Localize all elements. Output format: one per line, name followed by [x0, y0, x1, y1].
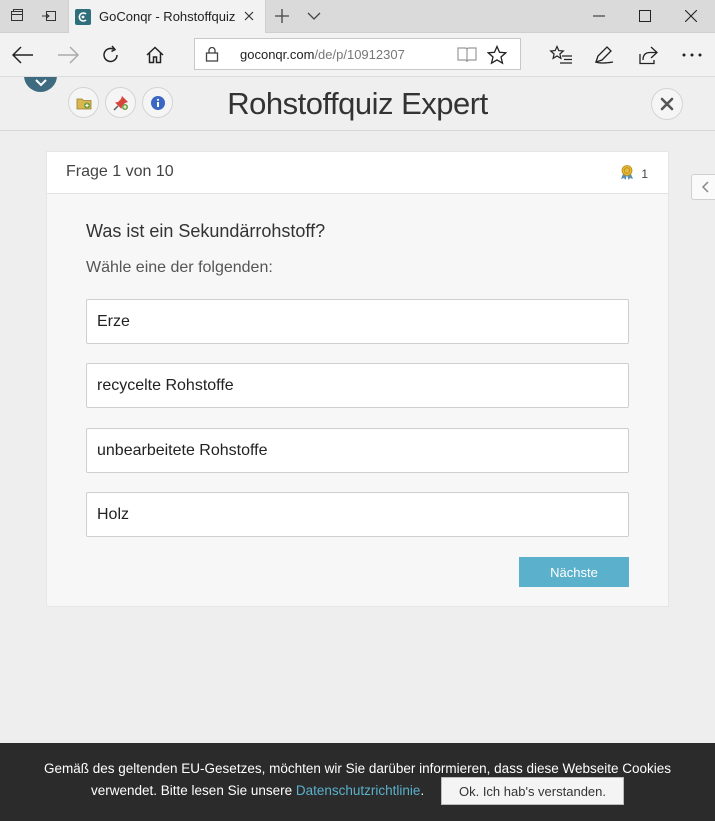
- next-button[interactable]: Nächste: [519, 557, 629, 587]
- privacy-policy-link[interactable]: Datenschutzrichtlinie: [296, 783, 421, 798]
- cookie-notice-text-2: verwendet. Bitte lesen Sie unsere Datens…: [91, 783, 425, 798]
- favorite-star-icon[interactable]: [486, 44, 508, 70]
- answer-option[interactable]: recycelte Rohstoffe: [86, 363, 629, 408]
- goconqr-icon: [75, 8, 91, 25]
- back-arrow-icon[interactable]: [10, 43, 36, 67]
- page-content: Rohstoffquiz Expert Frage 1 von 10 1 Was…: [0, 77, 715, 743]
- reading-view-icon[interactable]: [457, 46, 477, 69]
- points-value: 1: [641, 166, 648, 181]
- address-bar[interactable]: goconqr.com/de/p/10912307: [194, 38, 521, 70]
- close-icon: [660, 97, 674, 111]
- close-quiz-button[interactable]: [651, 88, 683, 120]
- tab-title: GoConqr - Rohstoffquiz: [99, 9, 235, 24]
- question-counter: Frage 1 von 10: [66, 163, 174, 180]
- browser-toolbar: goconqr.com/de/p/10912307: [0, 33, 715, 77]
- maximize-icon[interactable]: [630, 4, 660, 28]
- forward-arrow-icon[interactable]: [55, 43, 81, 67]
- answer-option[interactable]: unbearbeitete Rohstoffe: [86, 428, 629, 473]
- browser-tab-bar: GoConqr - Rohstoffquiz: [0, 0, 715, 33]
- answer-option[interactable]: Erze: [86, 299, 629, 344]
- new-tab-icon[interactable]: [272, 6, 292, 26]
- instruction-text: Wähle eine der folgenden:: [86, 259, 273, 276]
- question-text: Was ist ein Sekundärrohstoff?: [86, 221, 326, 241]
- share-icon[interactable]: [635, 43, 661, 67]
- pen-notes-icon[interactable]: [591, 43, 617, 67]
- set-tabs-aside-icon[interactable]: [38, 6, 60, 26]
- tab-actions-icon[interactable]: [6, 6, 28, 26]
- quiz-card: Frage 1 von 10 1 Was ist ein Sekundärroh…: [46, 151, 669, 607]
- close-icon[interactable]: [241, 8, 257, 24]
- points-badge: 1: [619, 164, 648, 183]
- quiz-title: Rohstoffquiz Expert: [227, 86, 488, 121]
- cookie-notice-text: Gemäß des geltenden EU-Gesetzes, möchten…: [43, 761, 672, 776]
- refresh-icon[interactable]: [98, 43, 124, 67]
- medal-icon: [619, 164, 635, 183]
- chevron-down-icon[interactable]: [304, 6, 324, 26]
- answer-option[interactable]: Holz: [86, 492, 629, 537]
- home-icon[interactable]: [142, 43, 168, 67]
- url-text: goconqr.com/de/p/10912307: [240, 47, 405, 62]
- browser-tab[interactable]: GoConqr - Rohstoffquiz: [68, 0, 266, 33]
- chevron-left-icon: [701, 181, 709, 193]
- cookie-banner: Gemäß des geltenden EU-Gesetzes, möchten…: [0, 743, 715, 821]
- more-menu-icon[interactable]: [679, 43, 705, 67]
- cookie-accept-button[interactable]: Ok. Ich hab's verstanden.: [441, 777, 624, 805]
- quiz-card-header: Frage 1 von 10 1: [47, 152, 668, 194]
- close-window-icon[interactable]: [676, 4, 706, 28]
- quiz-header: Rohstoffquiz Expert: [0, 77, 715, 131]
- minimize-icon[interactable]: [584, 4, 614, 28]
- side-panel-toggle[interactable]: [691, 174, 715, 200]
- lock-icon: [205, 46, 219, 67]
- favorites-hub-icon[interactable]: [548, 43, 574, 67]
